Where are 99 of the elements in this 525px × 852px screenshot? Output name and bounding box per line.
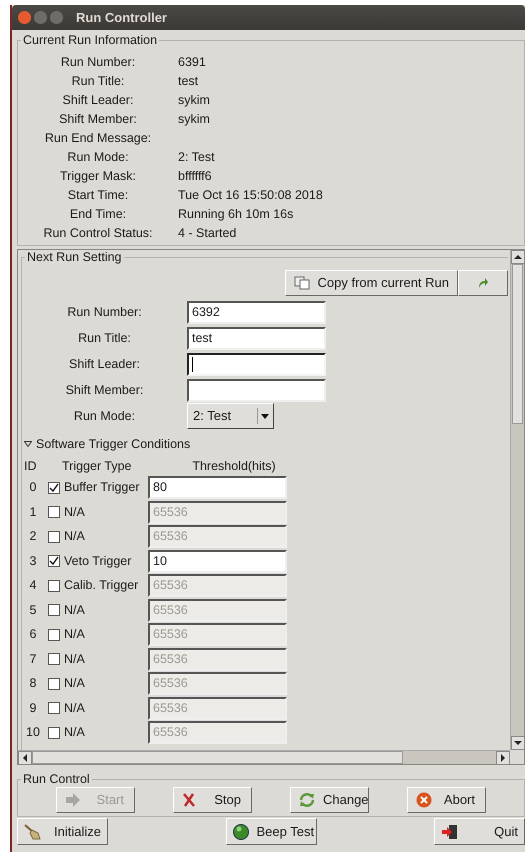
field-label: Trigger Mask:: [59, 168, 137, 186]
row-id: 1: [28, 504, 38, 521]
cross-icon: [182, 793, 196, 807]
row-id: 8: [28, 675, 38, 692]
input-field[interactable]: [187, 378, 326, 402]
trigger-type: N/A: [64, 602, 86, 619]
down-arrow-icon: [514, 740, 522, 746]
field-label: Start Time:: [66, 187, 130, 204]
field-label: Shift Leader:: [68, 356, 141, 373]
trigger-type: N/A: [64, 626, 86, 644]
window-title: Run Controller: [76, 8, 167, 27]
field-label: Run Number:: [66, 304, 143, 321]
checkbox[interactable]: [48, 555, 60, 568]
trigger-type: Calib. Trigger: [64, 577, 140, 594]
field-label: Shift Leader:: [62, 92, 134, 110]
checkbox[interactable]: [48, 678, 60, 690]
field-label: Shift Member:: [58, 111, 138, 128]
checkbox[interactable]: [48, 482, 60, 494]
checkbox[interactable]: [48, 604, 60, 616]
checkbox[interactable]: [48, 702, 60, 714]
field-value: 2: Test: [178, 149, 215, 166]
row-id: 0: [28, 479, 38, 496]
field-label: Run Control Status:: [42, 225, 154, 242]
trigger-type: N/A: [64, 504, 86, 521]
row-id: 3: [28, 552, 38, 570]
field-label: End Time:: [68, 206, 128, 224]
checkbox[interactable]: [48, 628, 60, 641]
field-label: Run End Message:: [44, 130, 152, 148]
expand-toggle-icon[interactable]: [24, 441, 32, 448]
field-label: Shift Member:: [64, 382, 144, 399]
refresh-button[interactable]: [458, 270, 508, 296]
scroll-up-button[interactable]: [511, 250, 524, 264]
column-header: Trigger Type: [62, 458, 132, 475]
trigger-type: Buffer Trigger: [64, 479, 141, 496]
checkbox[interactable]: [48, 653, 60, 666]
input-field[interactable]: [187, 352, 326, 376]
row-id: 9: [28, 700, 38, 717]
field-value: sykim: [178, 111, 210, 128]
action-button[interactable]: Initialize: [17, 818, 108, 845]
checkbox[interactable]: [48, 506, 60, 518]
trigger-type: N/A: [64, 675, 86, 692]
threshold-field[interactable]: 10: [148, 550, 287, 573]
run-button[interactable]: Abort: [407, 787, 486, 813]
field-value: Tue Oct 16 15:50:08 2018: [178, 187, 323, 204]
checkbox[interactable]: [48, 726, 60, 739]
led-icon: [232, 824, 248, 840]
scroll-right-button[interactable]: [496, 751, 510, 764]
left-arrow-icon: [22, 754, 28, 762]
arrow-icon: [65, 793, 81, 807]
row-id: 2: [28, 528, 38, 546]
row-id: 7: [28, 650, 38, 668]
field-value: 6391: [178, 54, 206, 72]
abort-icon: [416, 792, 432, 808]
trigger-type: N/A: [64, 724, 86, 742]
threshold-field[interactable]: 80: [148, 476, 287, 500]
cycle-icon: [299, 792, 315, 808]
up-arrow-icon: [514, 254, 522, 260]
run-button[interactable]: Change: [290, 787, 369, 813]
scrollbar-thumb[interactable]: [512, 264, 523, 424]
brush-icon: [24, 824, 42, 840]
exit-door-icon: [441, 824, 459, 840]
action-button[interactable]: Quit: [434, 818, 525, 845]
scroll-left-button[interactable]: [18, 751, 32, 764]
field-value: sykim: [178, 92, 210, 110]
field-label: Run Mode:: [66, 149, 130, 166]
run-button[interactable]: Stop: [173, 787, 252, 813]
group-title: Next Run Setting: [25, 250, 124, 265]
scroll-down-button[interactable]: [511, 736, 524, 750]
column-header: ID: [23, 458, 38, 475]
copy-button[interactable]: Copy from current Run: [284, 270, 458, 296]
close-button[interactable]: [18, 11, 31, 24]
field-value: 4 - Started: [178, 225, 236, 242]
trigger-type: N/A: [64, 700, 86, 717]
scrollbar-thumb[interactable]: [32, 751, 404, 764]
trigger-type: Veto Trigger: [64, 552, 132, 570]
copy-icon: [294, 276, 310, 290]
row-id: 6: [28, 626, 38, 644]
row-id: 5: [28, 602, 38, 619]
input-field[interactable]: 6392: [187, 300, 326, 324]
field-label: Run Mode:: [72, 408, 136, 425]
field-value: test: [178, 73, 198, 90]
row-id: 4: [28, 577, 38, 594]
field-label: Run Number:: [60, 54, 136, 72]
checkbox[interactable]: [48, 580, 60, 592]
redo-icon: [477, 277, 489, 289]
right-arrow-icon: [500, 754, 506, 762]
field-value: Running 6h 10m 16s: [178, 206, 294, 224]
trigger-type: N/A: [64, 650, 86, 668]
field-label: Run Title:: [77, 330, 132, 347]
input-field[interactable]: test: [187, 326, 326, 350]
action-button[interactable]: Beep Test: [226, 818, 316, 845]
row-id: 10: [25, 724, 41, 742]
checkbox[interactable]: [48, 530, 60, 543]
column-header: Threshold(hits): [191, 458, 277, 475]
field-label: Run Title:: [70, 73, 126, 90]
section-title: Software Trigger Conditions: [36, 436, 190, 453]
field-value: bffffff6: [178, 168, 212, 186]
dropdown[interactable]: 2: Test: [187, 403, 274, 429]
trigger-type: N/A: [64, 528, 86, 546]
